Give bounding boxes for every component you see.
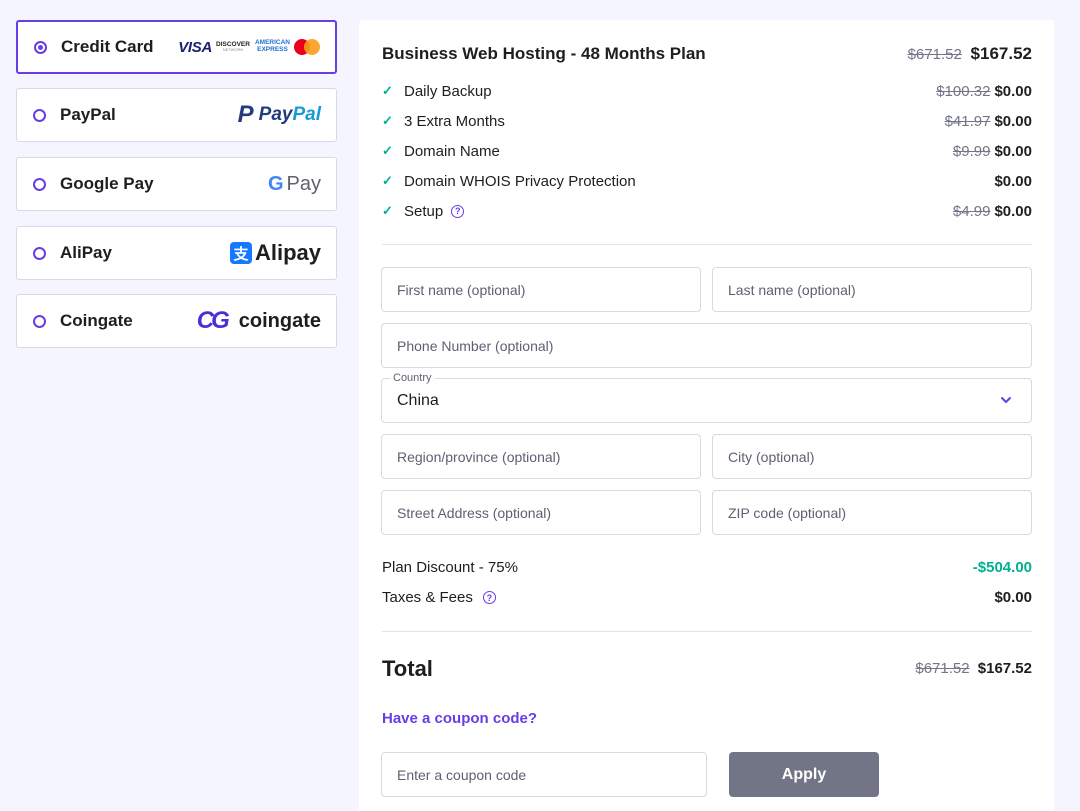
last-name-input[interactable] — [713, 268, 1031, 311]
discount-value: -$504.00 — [972, 559, 1032, 576]
first-name-input[interactable] — [382, 268, 700, 311]
feature-label: 3 Extra Months — [404, 112, 505, 130]
check-icon: ✓ — [382, 83, 393, 98]
feature-old-price: $41.97 — [944, 112, 991, 130]
feature-price: $0.00 — [994, 82, 1032, 100]
street-input[interactable] — [382, 491, 700, 534]
feature-row: ✓ Domain WHOIS Privacy Protection $0.00 — [382, 169, 1032, 193]
google-pay-logo: G Pay — [267, 172, 321, 195]
first-name-field[interactable] — [381, 267, 701, 312]
feature-row: ✓ 3 Extra Months $41.97 $0.00 — [382, 109, 1032, 133]
feature-label: Setup — [404, 202, 444, 220]
visa-logo: VISA — [178, 38, 213, 56]
help-icon[interactable]: ? — [451, 204, 465, 218]
chevron-down-icon[interactable] — [999, 393, 1013, 407]
phone-field[interactable] — [381, 323, 1032, 368]
payment-method-label: AliPay — [60, 243, 112, 262]
phone-input[interactable] — [382, 324, 1031, 367]
city-field[interactable] — [712, 434, 1032, 479]
region-input[interactable] — [382, 435, 700, 478]
coupon-code-link[interactable]: Have a coupon code? — [382, 710, 537, 727]
total-old-price: $671.52 — [915, 660, 970, 677]
feature-row: ✓ Domain Name $9.99 $0.00 — [382, 139, 1032, 163]
payment-method-label: Google Pay — [60, 174, 154, 193]
check-icon: ✓ — [382, 173, 393, 188]
amex-logo: AMERICAN EXPRESS — [254, 39, 290, 53]
coupon-input[interactable] — [382, 753, 706, 796]
divider — [382, 244, 1032, 245]
feature-price: $0.00 — [994, 202, 1032, 220]
plan-title: Business Web Hosting - 48 Months Plan — [382, 44, 706, 63]
last-name-field[interactable] — [712, 267, 1032, 312]
zip-field[interactable] — [712, 490, 1032, 535]
google-g-icon: G — [267, 172, 284, 195]
feature-row: ✓ Setup ? $4.99 $0.00 — [382, 199, 1032, 223]
feature-old-price: $9.99 — [952, 142, 991, 160]
feature-price: $0.00 — [994, 112, 1032, 130]
plan-old-price: $671.52 — [907, 46, 962, 63]
check-icon: ✓ — [382, 143, 393, 158]
feature-label: Daily Backup — [404, 82, 492, 100]
feature-price: $0.00 — [994, 142, 1032, 160]
plan-current-price: $167.52 — [970, 44, 1032, 63]
feature-price: $0.00 — [994, 172, 1032, 190]
zip-input[interactable] — [713, 491, 1031, 534]
total-current-price: $167.52 — [977, 660, 1032, 677]
street-field[interactable] — [381, 490, 701, 535]
check-icon: ✓ — [382, 113, 393, 128]
feature-label: Domain Name — [404, 142, 500, 160]
help-icon[interactable]: ? — [482, 591, 496, 604]
radio-google-pay[interactable] — [33, 177, 46, 191]
alipay-logo: 支 Alipay — [229, 240, 321, 266]
paypal-logo: P PayPal — [237, 101, 321, 128]
payment-method-credit-card[interactable]: Credit Card VISA DISCOVER NETWORK AMERICA… — [16, 20, 337, 74]
country-value: China — [397, 392, 439, 409]
city-input[interactable] — [713, 435, 1031, 478]
feature-old-price: $100.32 — [936, 82, 991, 100]
radio-alipay[interactable] — [33, 246, 46, 260]
feature-label: Domain WHOIS Privacy Protection — [404, 172, 636, 190]
feature-row: ✓ Daily Backup $100.32 $0.00 — [382, 79, 1032, 103]
paypal-mark-icon: P — [237, 101, 254, 128]
discount-label: Plan Discount - 75% — [382, 559, 518, 576]
payment-method-paypal[interactable]: PayPal P PayPal — [16, 88, 337, 142]
country-label: Country — [390, 372, 435, 384]
payment-method-label: Credit Card — [61, 37, 154, 56]
plan-discount-row: Plan Discount - 75% -$504.00 — [382, 559, 1032, 576]
payment-method-coingate[interactable]: Coingate CG coingate — [16, 294, 337, 348]
taxes-value: $0.00 — [994, 589, 1032, 606]
card-brands-logo: VISA DISCOVER NETWORK AMERICAN EXPRESS — [178, 39, 320, 56]
radio-coingate[interactable] — [33, 314, 46, 328]
taxes-label: Taxes & Fees — [382, 589, 473, 606]
payment-method-label: Coingate — [60, 311, 133, 330]
check-icon: ✓ — [382, 203, 393, 218]
radio-credit-card[interactable] — [34, 40, 47, 54]
feature-old-price: $4.99 — [952, 202, 991, 220]
total-label: Total — [382, 656, 433, 681]
country-select[interactable]: Country China — [381, 372, 1032, 423]
apply-coupon-button[interactable]: Apply — [729, 752, 879, 797]
radio-paypal[interactable] — [33, 108, 46, 122]
plan-price: $671.52 $167.52 — [908, 44, 1032, 64]
coupon-field[interactable] — [381, 752, 707, 797]
mastercard-logo — [294, 39, 320, 55]
payment-method-alipay[interactable]: AliPay 支 Alipay — [16, 226, 337, 280]
payment-method-google-pay[interactable]: Google Pay G Pay — [16, 157, 337, 211]
coingate-logo: CG coingate — [196, 307, 321, 334]
alipay-mark-icon: 支 — [229, 242, 252, 264]
discover-logo: DISCOVER NETWORK — [216, 40, 250, 53]
coingate-mark-icon: CG — [196, 307, 230, 334]
divider — [382, 631, 1032, 632]
taxes-row: Taxes & Fees ? $0.00 — [382, 589, 1032, 606]
region-field[interactable] — [381, 434, 701, 479]
total-price: $671.52 $167.52 — [915, 660, 1032, 677]
payment-method-label: PayPal — [60, 105, 116, 124]
